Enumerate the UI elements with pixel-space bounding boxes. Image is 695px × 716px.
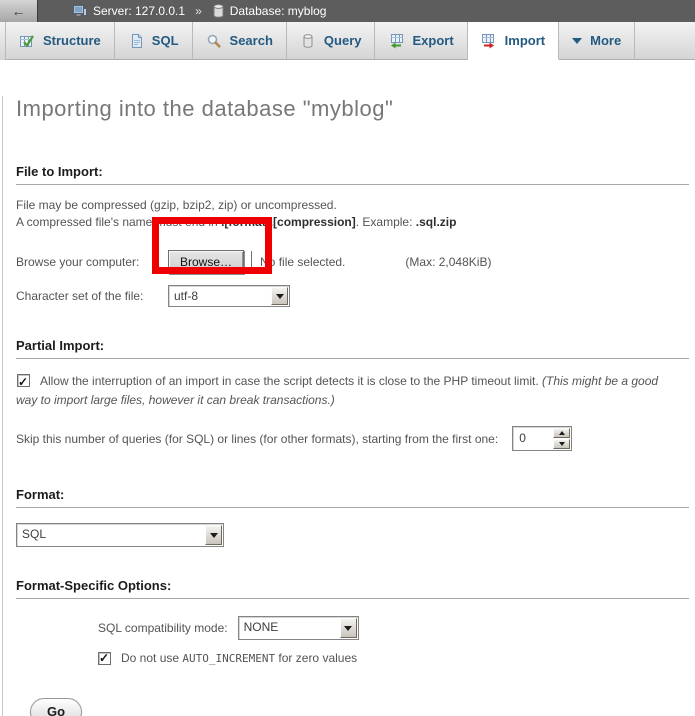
auto-increment-checkbox[interactable] [98, 652, 111, 665]
file-input-divider [251, 251, 252, 274]
export-icon [388, 33, 404, 49]
dropdown-arrow-icon [205, 525, 222, 545]
go-button[interactable]: Go [30, 698, 82, 716]
tab-query[interactable]: Query [287, 22, 376, 60]
breadcrumb-database[interactable]: Database: myblog [230, 4, 327, 18]
file-to-import-heading: File to Import: [16, 164, 689, 185]
chevron-down-icon [572, 38, 582, 44]
page-title: Importing into the database "myblog" [16, 96, 689, 122]
compression-note-line1: File may be compressed (gzip, bzip2, zip… [16, 197, 689, 214]
back-button[interactable]: ← [0, 0, 38, 22]
format-heading: Format: [16, 487, 689, 508]
tab-export[interactable]: Export [375, 22, 467, 60]
breadcrumb-bar: ← Server: 127.0.0.1 » Database: myblog [0, 0, 695, 22]
dropdown-arrow-icon [271, 287, 288, 305]
spinner-buttons [553, 428, 570, 449]
back-arrow-icon: ← [12, 3, 26, 19]
structure-icon [19, 33, 35, 49]
dropdown-arrow-icon [340, 618, 357, 638]
arrow-up-icon [559, 431, 565, 435]
tab-structure[interactable]: Structure [5, 22, 115, 60]
breadcrumb-separator: » [195, 4, 202, 18]
compression-note-line2: A compressed file's name must end in .[f… [16, 214, 689, 231]
spinner-down-button[interactable] [553, 439, 570, 449]
skip-queries-label: Skip this number of queries (for SQL) or… [16, 432, 498, 446]
max-size-note: (Max: 2,048KiB) [405, 255, 491, 269]
tab-more[interactable]: More [559, 22, 635, 60]
browse-label: Browse your computer: [16, 255, 168, 269]
skip-queries-row: Skip this number of queries (for SQL) or… [16, 426, 689, 451]
query-icon [300, 33, 316, 49]
search-icon [206, 33, 222, 49]
sql-compat-select[interactable]: NONE [238, 616, 359, 640]
tab-bar: Structure SQL Search [0, 22, 695, 60]
allow-interrupt-checkbox[interactable] [17, 374, 30, 387]
charset-row: Character set of the file: utf-8 [16, 285, 689, 307]
main-content: Importing into the database "myblog" Fil… [2, 96, 695, 716]
partial-import-heading: Partial Import: [16, 338, 689, 359]
database-icon [212, 3, 225, 19]
tabbar-filler [635, 22, 695, 60]
sql-icon [128, 33, 144, 49]
breadcrumb-server[interactable]: Server: 127.0.0.1 [93, 4, 185, 18]
import-icon [481, 33, 497, 49]
sql-compat-label: SQL compatibility mode: [98, 621, 228, 635]
spinner-up-button[interactable] [553, 428, 570, 438]
arrow-down-icon [559, 442, 565, 446]
tab-import[interactable]: Import [468, 22, 559, 60]
auto-increment-row: Do not use AUTO_INCREMENT for zero value… [98, 651, 689, 665]
no-file-selected-text: No file selected. [260, 255, 345, 269]
charset-label: Character set of the file: [16, 289, 168, 303]
file-upload-row: Browse your computer: Browse… No file se… [16, 250, 689, 274]
format-select[interactable]: SQL [16, 523, 224, 547]
tab-sql[interactable]: SQL [115, 22, 193, 60]
format-specific-heading: Format-Specific Options: [16, 578, 689, 599]
server-icon [72, 3, 88, 19]
sql-compat-row: SQL compatibility mode: NONE [98, 616, 689, 640]
browse-button[interactable]: Browse… [168, 250, 244, 274]
skip-queries-input[interactable]: 0 [512, 426, 572, 451]
tab-search[interactable]: Search [193, 22, 287, 60]
charset-select[interactable]: utf-8 [168, 285, 290, 307]
breadcrumb: Server: 127.0.0.1 » Database: myblog [38, 3, 326, 19]
allow-interrupt-row: Allow the interruption of an import in c… [16, 372, 676, 410]
auto-increment-label: Do not use AUTO_INCREMENT for zero value… [121, 651, 357, 665]
